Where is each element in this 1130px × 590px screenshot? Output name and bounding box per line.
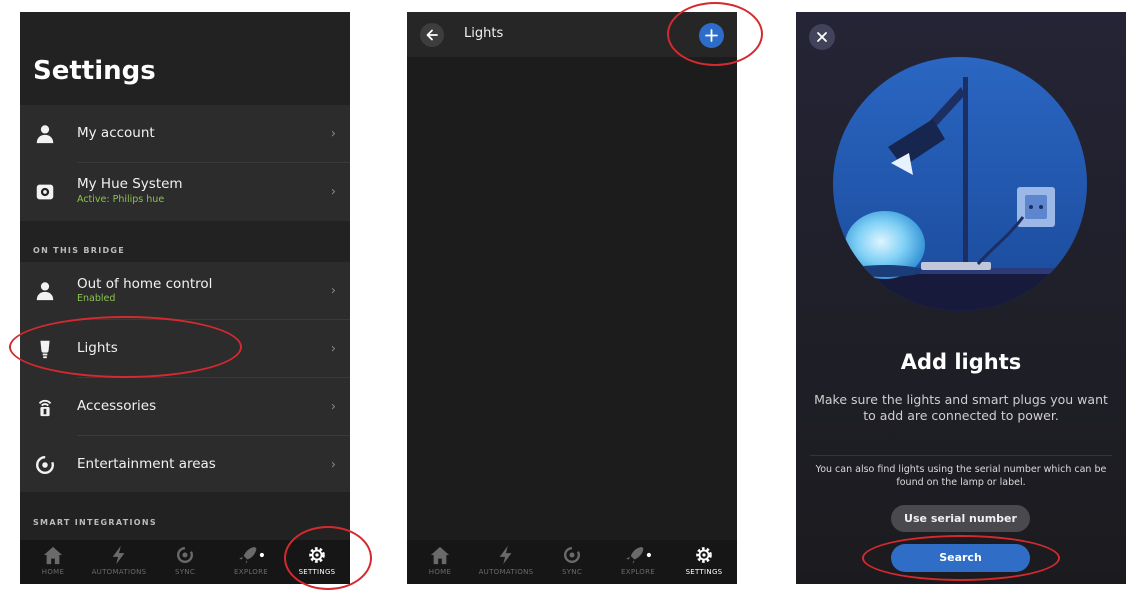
rocket-icon bbox=[239, 546, 264, 565]
nav-label: SYNC bbox=[174, 568, 196, 576]
chevron-right-icon: › bbox=[330, 457, 336, 472]
rocket-icon bbox=[626, 546, 651, 565]
chevron-right-icon: › bbox=[330, 184, 336, 199]
nav-settings[interactable]: SETTINGS bbox=[671, 545, 737, 576]
highlight-lights-callout bbox=[9, 316, 242, 378]
chevron-right-icon: › bbox=[330, 126, 336, 141]
switch-icon bbox=[38, 399, 52, 416]
lamp-image bbox=[833, 57, 1087, 311]
nav-automations[interactable]: AUTOMATIONS bbox=[473, 545, 539, 576]
serial-note-text: You can also find lights using the seria… bbox=[815, 464, 1107, 488]
divider bbox=[810, 455, 1112, 456]
page-title: Lights bbox=[464, 26, 504, 41]
settings-item-label: Accessories bbox=[77, 398, 157, 414]
settings-screen: Settings My account › My Hue System Acti… bbox=[20, 12, 350, 584]
settings-item-out-of-home-control[interactable]: Out of home control Enabled › bbox=[20, 262, 350, 319]
nav-explore[interactable]: EXPLORE bbox=[218, 545, 284, 576]
chevron-right-icon: › bbox=[330, 283, 336, 298]
settings-item-label: Out of home control bbox=[77, 276, 213, 292]
settings-item-accessories[interactable]: Accessories › bbox=[20, 378, 350, 435]
settings-item-my-account[interactable]: My account › bbox=[20, 105, 350, 162]
nav-explore[interactable]: EXPLORE bbox=[605, 545, 671, 576]
arrow-left-icon bbox=[426, 29, 438, 41]
settings-item-label: Entertainment areas bbox=[77, 456, 216, 472]
highlight-search-callout bbox=[862, 535, 1060, 581]
use-serial-number-button[interactable]: Use serial number bbox=[891, 505, 1030, 532]
nav-home[interactable]: HOME bbox=[20, 545, 86, 576]
bridge-group: Out of home control Enabled › Lights › A… bbox=[20, 262, 350, 492]
nav-label: AUTOMATIONS bbox=[91, 568, 147, 576]
highlight-settings-callout bbox=[284, 526, 372, 590]
description-text: Make sure the lights and smart plugs you… bbox=[814, 392, 1108, 423]
entertainment-icon bbox=[36, 455, 54, 474]
nav-label: EXPLORE bbox=[621, 568, 655, 576]
page-title: Add lights bbox=[900, 350, 1022, 374]
page-title: Settings bbox=[33, 56, 156, 86]
nav-sync[interactable]: SYNC bbox=[152, 545, 218, 576]
close-button[interactable] bbox=[809, 24, 835, 50]
bolt-icon bbox=[499, 545, 512, 565]
close-icon bbox=[817, 32, 827, 42]
nav-home[interactable]: HOME bbox=[407, 545, 473, 576]
nav-label: HOME bbox=[428, 568, 452, 576]
settings-item-label: My Hue System bbox=[77, 176, 183, 192]
settings-item-entertainment-areas[interactable]: Entertainment areas › bbox=[20, 436, 350, 493]
account-group: My account › My Hue System Active: Phili… bbox=[20, 105, 350, 221]
person-icon bbox=[36, 124, 54, 143]
status-text: Enabled bbox=[77, 293, 116, 304]
nav-label: SYNC bbox=[561, 568, 583, 576]
person-icon bbox=[36, 281, 54, 300]
home-icon bbox=[430, 546, 450, 565]
nav-sync[interactable]: SYNC bbox=[539, 545, 605, 576]
nav-label: SETTINGS bbox=[685, 568, 723, 576]
nav-label: EXPLORE bbox=[234, 568, 268, 576]
nav-automations[interactable]: AUTOMATIONS bbox=[86, 545, 152, 576]
lights-screen: Lights HOME AUTOMATIONS SYNC EXPLORE SET… bbox=[407, 12, 737, 584]
sync-icon bbox=[564, 547, 580, 563]
sync-icon bbox=[177, 547, 193, 563]
home-icon bbox=[43, 546, 63, 565]
chevron-right-icon: › bbox=[330, 341, 336, 356]
section-header-bridge: ON THIS BRIDGE bbox=[33, 246, 126, 255]
bridge-icon bbox=[36, 184, 54, 199]
gear-icon bbox=[696, 547, 712, 563]
nav-label: HOME bbox=[41, 568, 65, 576]
lamp-illustration bbox=[833, 57, 1087, 311]
bottom-nav: HOME AUTOMATIONS SYNC EXPLORE SETTINGS bbox=[407, 540, 737, 584]
nav-label: AUTOMATIONS bbox=[478, 568, 534, 576]
bolt-icon bbox=[112, 545, 125, 565]
back-button[interactable] bbox=[420, 23, 444, 47]
highlight-add-callout bbox=[667, 2, 763, 66]
section-header-integrations: SMART INTEGRATIONS bbox=[33, 518, 157, 527]
settings-item-my-hue-system[interactable]: My Hue System Active: Philips hue › bbox=[20, 163, 350, 220]
settings-item-label: My account bbox=[77, 125, 155, 141]
chevron-right-icon: › bbox=[330, 399, 336, 414]
add-lights-screen: Add lights Make sure the lights and smar… bbox=[796, 12, 1126, 584]
status-text: Active: Philips hue bbox=[77, 194, 165, 205]
